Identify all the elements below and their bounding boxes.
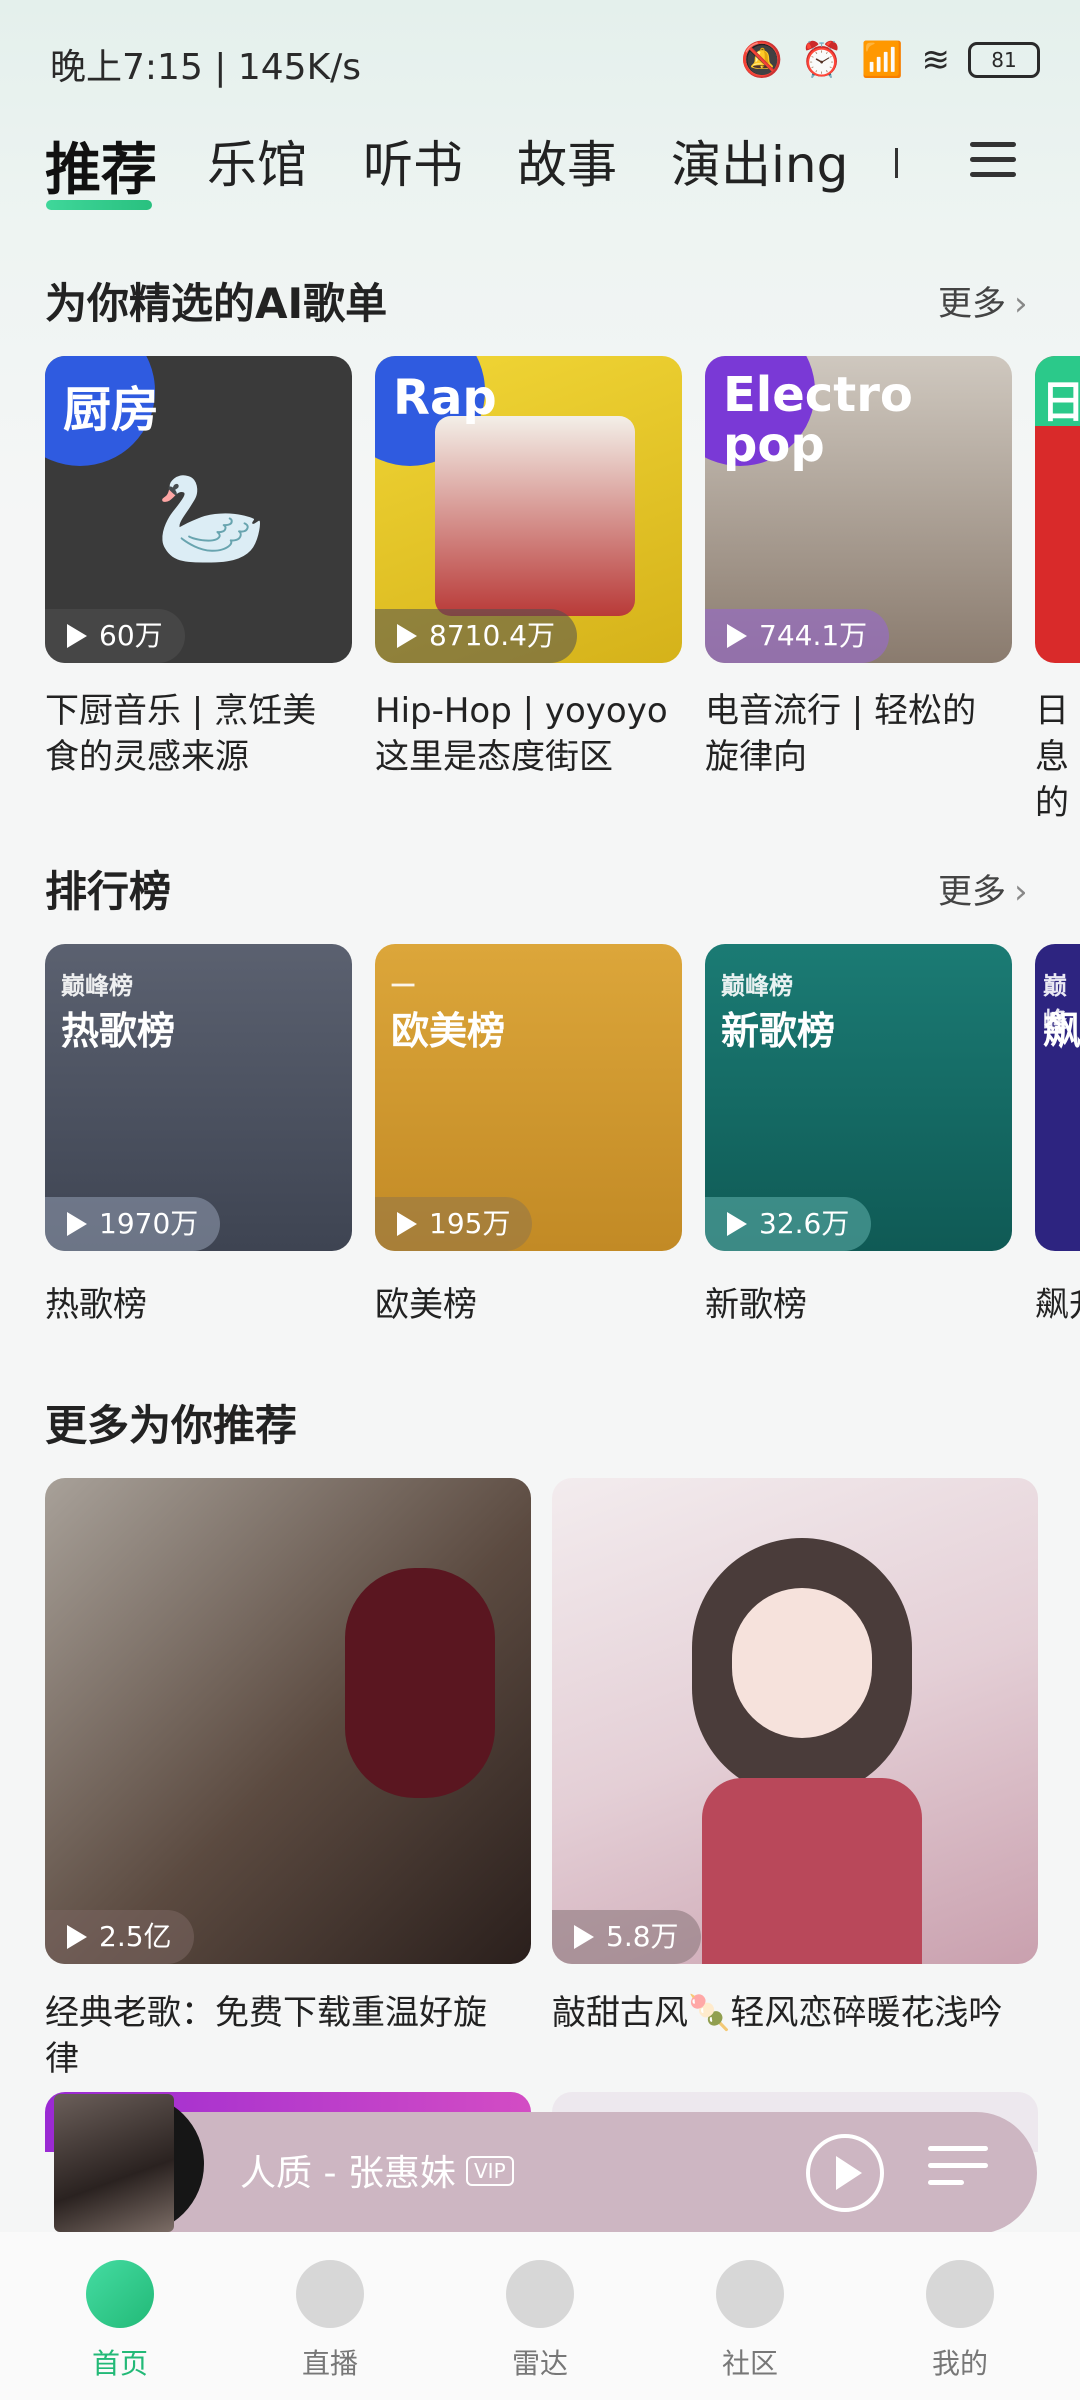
recommend-title[interactable]: 经典老歌：免费下载重温好旋律 xyxy=(45,1990,545,2082)
playlist-card-rap[interactable]: Rap 8710.4万 xyxy=(375,356,682,663)
playlist-tag: Rap xyxy=(393,370,497,426)
tab-divider xyxy=(895,148,898,178)
character-dress xyxy=(702,1778,922,1964)
album-art xyxy=(54,2094,174,2232)
ai-playlist-more-link[interactable]: 更多 › xyxy=(938,276,1028,325)
play-count-badge: 32.6万 xyxy=(705,1197,872,1251)
chart-name: 热歌榜 xyxy=(61,1009,176,1053)
swan-image: 🦢 xyxy=(155,466,268,571)
radar-icon xyxy=(506,2260,574,2328)
home-music-icon xyxy=(86,2260,154,2328)
status-icons: 🔕 ⏰ 📶 ≋ 81 xyxy=(740,40,1040,80)
playlist-tag: 厨房 xyxy=(63,382,160,438)
chart-name: 欧美榜 xyxy=(391,1009,506,1053)
nav-label: 首页 xyxy=(91,2347,148,2380)
now-playing-cover[interactable] xyxy=(44,2094,204,2234)
mute-icon: 🔕 xyxy=(740,40,783,80)
recommend-card-classic[interactable]: 2.5亿 xyxy=(45,1478,531,1964)
playlist-title[interactable]: 电音流行 | 轻松的 旋律向 xyxy=(705,688,1015,780)
nav-home[interactable]: 首页 xyxy=(45,2232,195,2400)
nav-profile[interactable]: 我的 xyxy=(885,2232,1035,2400)
chart-card-partial[interactable]: 巅峰 飙 xyxy=(1035,944,1080,1251)
recommend-title[interactable]: 敲甜古风🍡轻风恋碎暖花浅吟 xyxy=(552,1990,1052,2036)
bottom-navigation: 首页 直播 雷达 社区 我的 xyxy=(0,2232,1080,2400)
chart-card-western[interactable]: 一 欧美榜 195万 xyxy=(375,944,682,1251)
play-count-badge: 60万 xyxy=(45,609,185,663)
chart-title[interactable]: 飙升 xyxy=(1035,1282,1080,1328)
chart-title[interactable]: 欧美榜 xyxy=(375,1282,685,1328)
recommend-card-ancient[interactable]: 5.8万 xyxy=(552,1478,1038,1964)
play-count-badge: 1970万 xyxy=(45,1197,221,1251)
chart-label: 一 xyxy=(391,972,415,1000)
nav-live[interactable]: 直播 xyxy=(255,2232,405,2400)
tab-story[interactable]: 故事 xyxy=(517,125,617,197)
play-count-badge: 195万 xyxy=(375,1197,533,1251)
chart-label: 巅峰榜 xyxy=(61,972,133,1000)
eye-icon xyxy=(296,2260,364,2328)
battery-icon: 81 xyxy=(968,42,1040,78)
play-button[interactable] xyxy=(806,2134,884,2212)
chart-title[interactable]: 热歌榜 xyxy=(45,1282,355,1328)
tab-live-show[interactable]: 演出ing xyxy=(671,125,848,197)
status-time: 晚上7:15 | 145K/s xyxy=(50,47,362,88)
play-count-badge: 8710.4万 xyxy=(375,609,577,663)
menu-icon[interactable] xyxy=(970,142,1016,180)
play-count-badge: 2.5亿 xyxy=(45,1910,194,1964)
playlist-title[interactable]: 下厨音乐 | 烹饪美 食的灵感来源 xyxy=(45,688,355,780)
active-tab-indicator xyxy=(46,200,152,210)
character-face xyxy=(732,1588,872,1738)
charts-more-link[interactable]: 更多 › xyxy=(938,864,1028,913)
playlist-tag: Electro pop xyxy=(723,367,913,473)
nav-label: 我的 xyxy=(931,2347,988,2380)
playlist-card-kitchen[interactable]: 厨房 🦢 60万 xyxy=(45,356,352,663)
mini-player[interactable]: 人质 - 张惠妹 VIP xyxy=(120,2112,1037,2234)
nav-label: 社区 xyxy=(721,2347,778,2380)
signal-icon: 📶 xyxy=(861,40,904,80)
wifi-icon: ≋ xyxy=(921,40,951,80)
play-count-badge: 744.1万 xyxy=(705,609,890,663)
now-playing-title: 人质 - 张惠妹 xyxy=(240,2153,456,2194)
tab-music-hall[interactable]: 乐馆 xyxy=(207,125,307,197)
chart-label: 巅峰榜 xyxy=(721,972,793,1000)
playlist-card-electropop[interactable]: Electro pop 744.1万 xyxy=(705,356,1012,663)
user-icon xyxy=(926,2260,994,2328)
ai-playlist-section-title: 为你精选的AI歌单 xyxy=(45,279,388,328)
status-bar: 晚上7:15 | 145K/s 🔕 ⏰ 📶 ≋ 81 xyxy=(50,38,1040,88)
chart-card-new[interactable]: 巅峰榜 新歌榜 32.6万 xyxy=(705,944,1012,1251)
chart-name: 新歌榜 xyxy=(721,1009,836,1053)
vip-badge: VIP xyxy=(466,2156,514,2186)
teddy-bear-image xyxy=(345,1568,495,1798)
cover-photo xyxy=(435,416,635,616)
playlist-title[interactable]: Hip-Hop | yoyoyo 这里是态度街区 xyxy=(375,688,685,780)
more-recommend-title: 更多为你推荐 xyxy=(45,1401,298,1450)
charts-section-title: 排行榜 xyxy=(45,867,172,916)
tab-recommend[interactable]: 推荐 xyxy=(45,125,157,206)
nav-community[interactable]: 社区 xyxy=(675,2232,825,2400)
top-tabs: 推荐 乐馆 听书 故事 演出ing xyxy=(45,125,1040,215)
alarm-icon: ⏰ xyxy=(800,40,844,80)
playlist-title[interactable]: 日息的 xyxy=(1035,688,1080,826)
play-count-badge: 5.8万 xyxy=(552,1910,701,1964)
nav-label: 雷达 xyxy=(511,2347,568,2380)
play-icon xyxy=(836,2156,862,2190)
community-icon xyxy=(716,2260,784,2328)
chart-title[interactable]: 新歌榜 xyxy=(705,1282,1015,1328)
nav-radar[interactable]: 雷达 xyxy=(465,2232,615,2400)
chart-name: 飙 xyxy=(1043,1009,1080,1053)
playlist-tag: 日 xyxy=(1041,377,1080,428)
tab-audiobook[interactable]: 听书 xyxy=(363,125,463,197)
playlist-card-partial[interactable]: 日 xyxy=(1035,356,1080,663)
nav-label: 直播 xyxy=(301,2347,358,2380)
chart-card-hot[interactable]: 巅峰榜 热歌榜 1970万 xyxy=(45,944,352,1251)
playlist-queue-button[interactable] xyxy=(928,2146,988,2202)
